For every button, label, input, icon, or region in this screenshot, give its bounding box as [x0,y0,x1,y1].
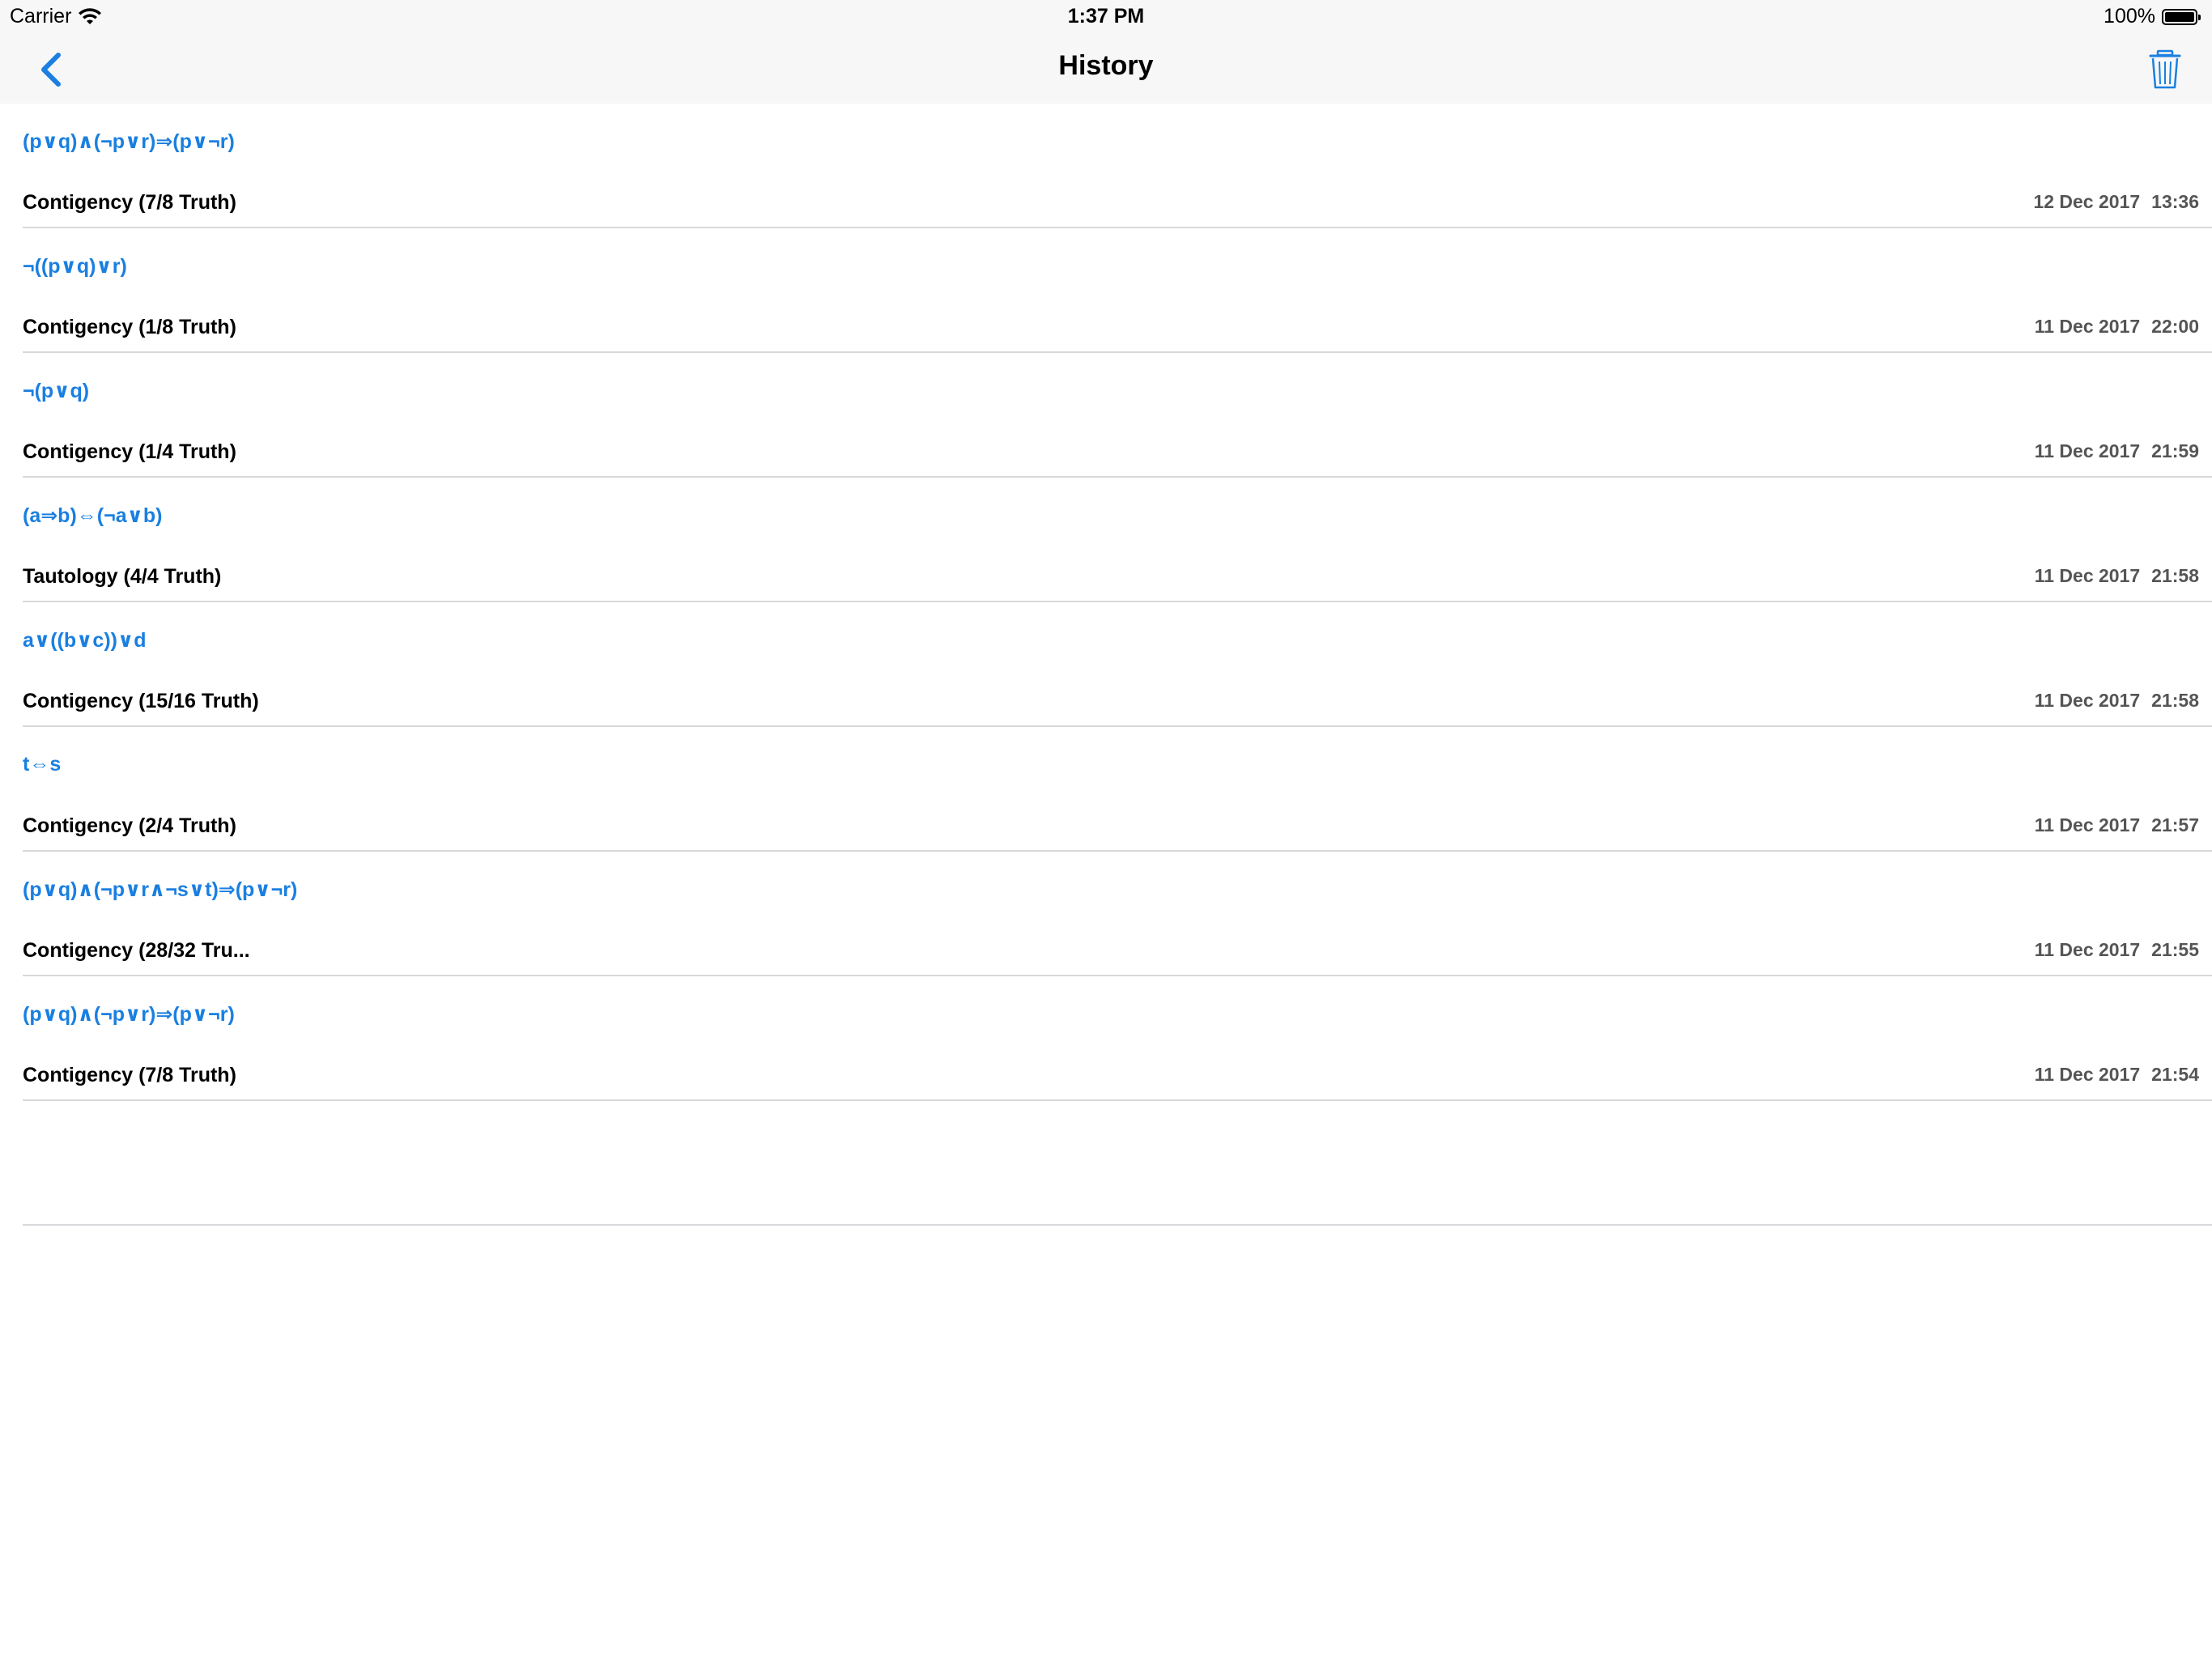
status-time: 1:37 PM [1067,5,1145,28]
history-expression: (a⇒b)⇔(¬a∨b) [23,504,163,527]
history-row[interactable]: (p∨q)∧(¬p∨r)⇒(p∨¬r) Contigency (7/8 Trut… [23,104,2212,228]
screen: Carrier 1:37 PM 100% History (p∨q)∧(¬p∨r… [0,0,2212,1658]
history-timestamp: 11 Dec 2017 21:54 [2035,1064,2199,1086]
history-expression: (p∨q)∧(¬p∨r)⇒(p∨¬r) [23,1003,235,1026]
trash-icon [2149,49,2181,89]
battery-group: 100% [2104,5,2201,28]
history-time: 13:36 [2151,191,2199,212]
history-row[interactable]: ¬(p∨q) Contigency (1/4 Truth) 11 Dec 201… [23,353,2212,478]
history-result: Contigency (2/4 Truth) [23,814,236,837]
history-time: 21:58 [2151,565,2199,586]
chevron-left-icon [41,53,61,87]
history-timestamp: 12 Dec 2017 13:36 [2033,191,2199,213]
battery-fill [2165,11,2194,22]
history-timestamp: 11 Dec 2017 21:58 [2035,565,2199,587]
history-expression: (p∨q)∧(¬p∨r)⇒(p∨¬r) [23,130,235,153]
history-row[interactable]: a∨((b∨c))∨d Contigency (15/16 Truth) 11 … [23,602,2212,727]
battery-percent: 100% [2104,5,2155,28]
history-row[interactable]: (p∨q)∧(¬p∨r)⇒(p∨¬r) Contigency (7/8 Trut… [23,976,2212,1101]
history-expression: t⇔s [23,753,62,776]
history-expression: ¬(p∨q) [23,380,90,402]
history-result: Contigency (15/16 Truth) [23,690,259,712]
empty-row [23,1101,2212,1226]
history-expression: ¬((p∨q)∨r) [23,255,127,278]
history-time: 21:54 [2151,1064,2199,1085]
history-date: 11 Dec 2017 [2034,1064,2141,1085]
history-date: 11 Dec 2017 [2034,814,2141,835]
history-result: Tautology (4/4 Truth) [23,565,222,588]
history-expression: (p∨q)∧(¬p∨r∧¬s∨t)⇒(p∨¬r) [23,878,298,901]
history-timestamp: 11 Dec 2017 21:58 [2035,690,2199,712]
page-title: History [1058,50,1154,81]
history-time: 21:57 [2151,814,2199,835]
history-timestamp: 11 Dec 2017 22:00 [2035,316,2199,338]
history-row[interactable]: (a⇒b)⇔(¬a∨b) Tautology (4/4 Truth) 11 De… [23,478,2212,602]
history-date: 12 Dec 2017 [2033,191,2141,212]
history-expression: a∨((b∨c))∨d [23,629,147,652]
history-timestamp: 11 Dec 2017 21:57 [2035,814,2199,836]
back-button[interactable] [31,44,73,92]
status-bar: Carrier 1:37 PM 100% [0,0,2212,32]
history-list: (p∨q)∧(¬p∨r)⇒(p∨¬r) Contigency (7/8 Trut… [0,104,2212,1226]
history-time: 21:59 [2151,440,2199,461]
history-row[interactable]: t⇔s Contigency (2/4 Truth) 11 Dec 2017 21… [23,727,2212,852]
battery-icon [2162,8,2201,25]
history-row[interactable]: (p∨q)∧(¬p∨r∧¬s∨t)⇒(p∨¬r) Contigency (28/… [23,852,2212,976]
history-time: 21:55 [2151,939,2199,960]
history-date: 11 Dec 2017 [2034,939,2141,960]
navigation-bar: History [0,32,2212,104]
history-result: Contigency (1/4 Truth) [23,440,236,463]
history-timestamp: 11 Dec 2017 21:59 [2035,440,2199,462]
history-date: 11 Dec 2017 [2034,316,2141,337]
delete-history-button[interactable] [2144,44,2186,92]
history-result: Contigency (28/32 Tru... [23,939,250,962]
history-timestamp: 11 Dec 2017 21:55 [2035,939,2199,961]
history-result: Contigency (7/8 Truth) [23,191,236,214]
history-date: 11 Dec 2017 [2034,690,2141,711]
history-date: 11 Dec 2017 [2034,565,2141,586]
history-date: 11 Dec 2017 [2034,440,2141,461]
history-time: 22:00 [2151,316,2199,337]
history-result: Contigency (1/8 Truth) [23,316,236,338]
history-row[interactable]: ¬((p∨q)∨r) Contigency (1/8 Truth) 11 Dec… [23,228,2212,353]
history-result: Contigency (7/8 Truth) [23,1064,236,1086]
history-time: 21:58 [2151,690,2199,711]
